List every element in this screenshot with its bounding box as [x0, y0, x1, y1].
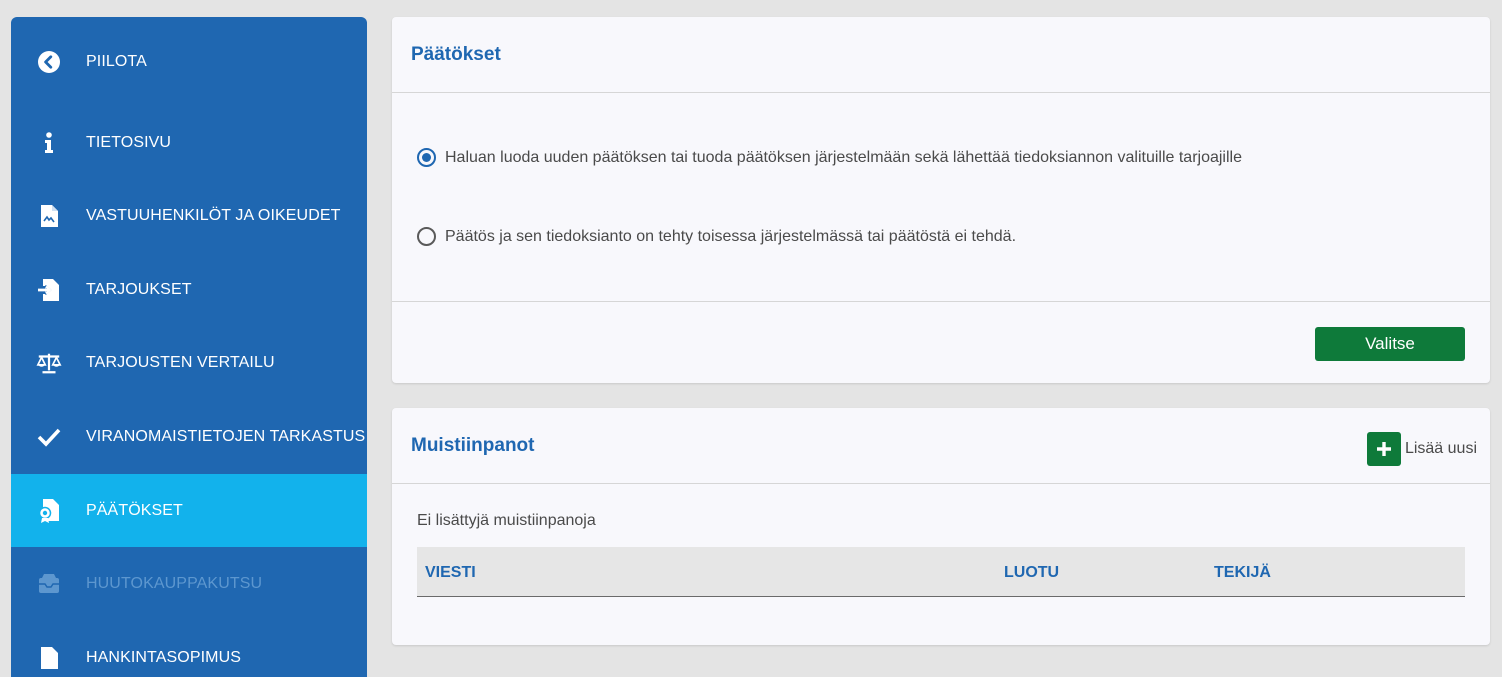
option-label: Haluan luoda uuden päätöksen tai tuoda p… — [445, 148, 1242, 166]
sidebar-item-paatokset[interactable]: PÄÄTÖKSET — [11, 474, 367, 547]
scale-icon — [36, 350, 62, 376]
column-header-luotu[interactable]: LUOTU — [1004, 564, 1059, 582]
sidebar-item-viranomaistietojen-tarkastus[interactable]: VIRANOMAISTIETOJEN TARKASTUS — [11, 400, 367, 473]
document-award-icon — [36, 498, 62, 524]
document-icon — [36, 203, 62, 229]
sidebar-item-piilota[interactable]: PIILOTA — [11, 25, 367, 98]
sidebar: PIILOTA TIETOSIVU VASTUUHENKILÖT JA OIKE… — [11, 17, 367, 677]
decision-option-create[interactable]: Haluan luoda uuden päätöksen tai tuoda p… — [417, 148, 1242, 167]
plus-icon — [1366, 432, 1401, 466]
document-import-icon — [36, 277, 62, 303]
notes-table-header: VIESTI LUOTU TEKIJÄ — [417, 547, 1465, 597]
mail-tray-icon — [36, 571, 62, 597]
divider — [392, 92, 1490, 93]
column-header-viesti[interactable]: VIESTI — [425, 564, 476, 582]
sidebar-item-tarjoukset[interactable]: TARJOUKSET — [11, 253, 367, 326]
decision-option-external[interactable]: Päätös ja sen tiedoksianto on tehty tois… — [417, 227, 1016, 246]
sidebar-item-huutokauppakutsu: HUUTOKAUPPAKUTSU — [11, 547, 367, 620]
sidebar-item-tarjousten-vertailu[interactable]: TARJOUSTEN VERTAILU — [11, 326, 367, 399]
radio-button-selected[interactable] — [417, 148, 436, 167]
panel-title: Päätökset — [411, 44, 501, 65]
sidebar-item-label: TARJOUKSET — [86, 280, 192, 298]
column-header-tekija[interactable]: TEKIJÄ — [1214, 564, 1271, 582]
sidebar-item-label: TIETOSIVU — [86, 133, 172, 151]
decisions-panel: Päätökset Haluan luoda uuden päätöksen t… — [392, 17, 1490, 383]
sidebar-item-label: VASTUUHENKILÖT JA OIKEUDET — [86, 206, 341, 224]
sidebar-item-vastuuhenkilot[interactable]: VASTUUHENKILÖT JA OIKEUDET — [11, 179, 367, 252]
radio-button[interactable] — [417, 227, 436, 246]
panel-title: Muistiinpanot — [411, 435, 535, 456]
option-label: Päätös ja sen tiedoksianto on tehty tois… — [445, 227, 1017, 245]
divider — [392, 483, 1490, 484]
sidebar-item-label: PÄÄTÖKSET — [86, 501, 183, 519]
sidebar-item-label: HANKINTASOPIMUS — [86, 648, 241, 666]
document-icon — [36, 645, 62, 671]
select-button[interactable]: Valitse — [1315, 327, 1465, 361]
divider — [392, 301, 1490, 302]
info-icon — [36, 130, 62, 156]
sidebar-item-label: TARJOUSTEN VERTAILU — [86, 353, 275, 371]
sidebar-item-label: HUUTOKAUPPAKUTSU — [86, 574, 263, 592]
add-new-label: Lisää uusi — [1404, 440, 1477, 457]
sidebar-item-label: VIRANOMAISTIETOJEN TARKASTUS — [86, 427, 366, 445]
sidebar-item-tietosivu[interactable]: TIETOSIVU — [11, 106, 367, 179]
notes-panel: Muistiinpanot Lisää uusi Ei lisättyjä mu… — [392, 408, 1490, 645]
checkmark-icon — [36, 424, 62, 450]
sidebar-item-hankintasopimus[interactable]: HANKINTASOPIMUS — [11, 621, 367, 677]
chevron-left-circle-icon — [36, 49, 62, 75]
add-new-note-button[interactable]: Lisää uusi — [1366, 432, 1477, 466]
sidebar-item-label: PIILOTA — [86, 52, 147, 70]
empty-notes-text: Ei lisättyjä muistiinpanoja — [417, 512, 596, 529]
